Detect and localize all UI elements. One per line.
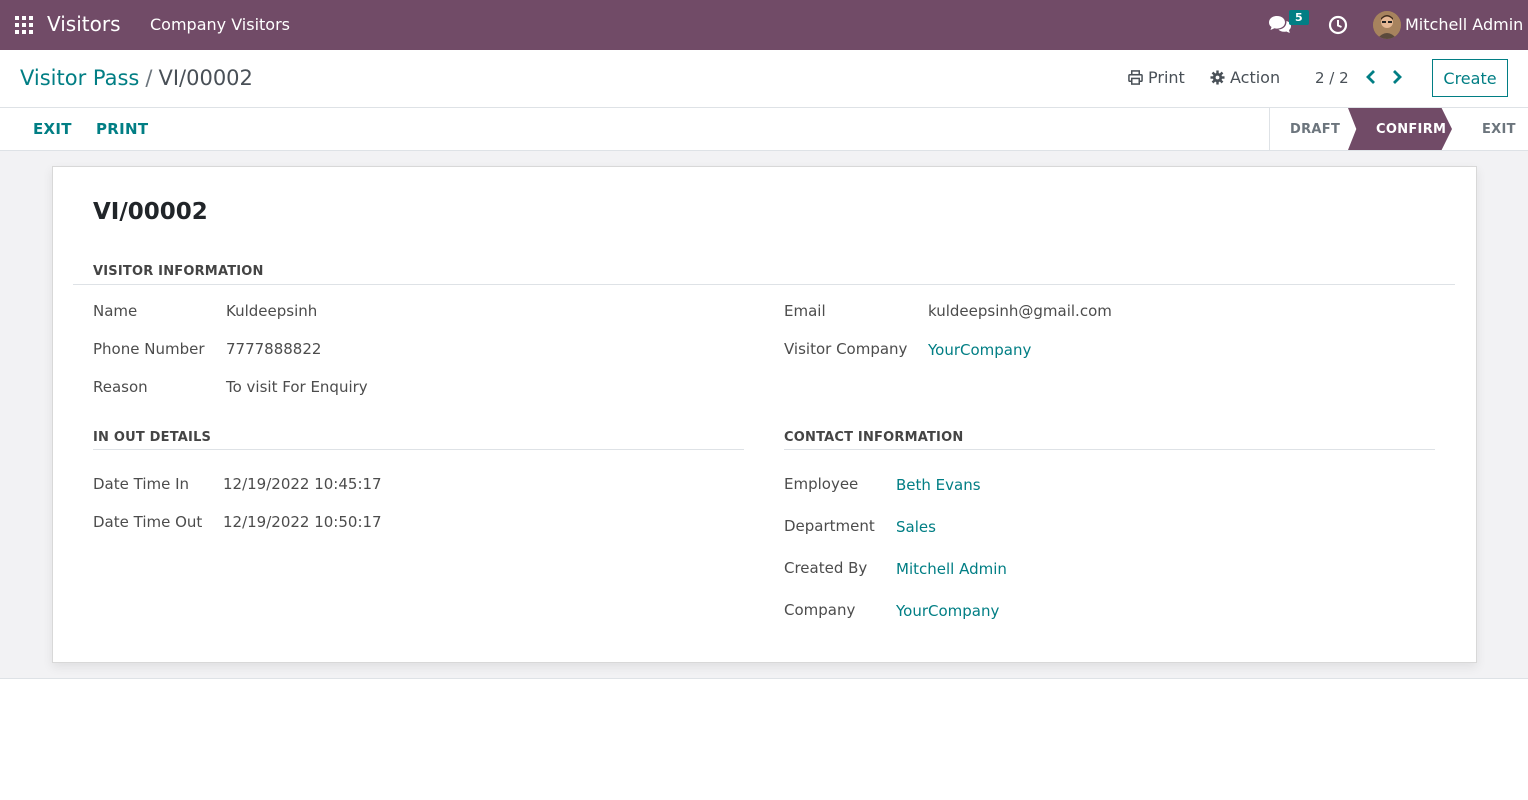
stage-pipeline: DRAFT CONFIRM EXIT [1269, 108, 1528, 150]
print-button[interactable]: PRINT [96, 120, 148, 138]
section-divider [93, 449, 744, 450]
reason-label: Reason [93, 378, 148, 396]
name-value: Kuldeepsinh [226, 302, 318, 320]
stage-confirm[interactable]: CONFIRM [1348, 108, 1452, 150]
user-name[interactable]: Mitchell Admin [1405, 15, 1523, 34]
apps-grid-icon[interactable] [15, 16, 33, 34]
employee-label: Employee [784, 475, 859, 493]
action-label: Action [1230, 68, 1281, 87]
clock-icon[interactable] [1328, 15, 1348, 35]
visitor-company-label: Visitor Company [784, 340, 908, 358]
top-navbar: Visitors Company Visitors 5 Mitchell Adm… [0, 0, 1528, 50]
company-label: Company [784, 601, 856, 619]
email-label: Email [784, 302, 826, 320]
department-label: Department [784, 517, 875, 535]
stage-draft[interactable]: DRAFT [1270, 108, 1348, 150]
exit-button[interactable]: EXIT [33, 120, 72, 138]
section-visitor-information: VISITOR INFORMATION [93, 264, 264, 279]
record-title: VI/00002 [93, 199, 208, 225]
form-sheet: VI/00002 VISITOR INFORMATION Name Kuldee… [52, 166, 1477, 663]
phone-label: Phone Number [93, 340, 205, 358]
action-dropdown-button[interactable]: Action [1210, 68, 1280, 87]
control-panel: Visitor Pass / VI/00002 Print Action 2 / 2… [0, 50, 1528, 108]
date-time-in-value: 12/19/2022 10:45:17 [223, 475, 382, 493]
print-dropdown-button[interactable]: Print [1128, 68, 1185, 87]
company-link[interactable]: YourCompany [896, 602, 999, 620]
stage-exit[interactable]: EXIT [1452, 108, 1528, 150]
chat-count-badge: 5 [1289, 10, 1309, 25]
breadcrumb-separator: / [145, 66, 153, 90]
create-button[interactable]: Create [1432, 59, 1508, 97]
date-time-out-label: Date Time Out [93, 513, 203, 531]
gear-icon [1210, 70, 1225, 85]
phone-value: 7777888822 [226, 340, 322, 358]
employee-link[interactable]: Beth Evans [896, 476, 981, 494]
department-link[interactable]: Sales [896, 518, 936, 536]
email-value: kuldeepsinh@gmail.com [928, 302, 1112, 320]
breadcrumb: Visitor Pass / VI/00002 [20, 66, 253, 90]
menu-item-company-visitors[interactable]: Company Visitors [150, 15, 290, 34]
user-avatar[interactable] [1373, 11, 1401, 39]
created-by-link[interactable]: Mitchell Admin [896, 560, 1007, 578]
date-time-out-value: 12/19/2022 10:50:17 [223, 513, 382, 531]
reason-value: To visit For Enquiry [226, 378, 368, 396]
breadcrumb-current: VI/00002 [158, 66, 253, 90]
chevron-left-icon[interactable] [1364, 69, 1378, 85]
section-divider [73, 284, 1455, 285]
section-in-out-details: IN OUT DETAILS [93, 430, 212, 445]
status-bar: EXIT PRINT DRAFT CONFIRM EXIT [0, 108, 1528, 151]
printer-icon [1128, 70, 1143, 85]
chevron-right-icon[interactable] [1390, 69, 1404, 85]
app-name[interactable]: Visitors [47, 12, 121, 36]
breadcrumb-visitor-pass[interactable]: Visitor Pass [20, 66, 139, 90]
date-time-in-label: Date Time In [93, 475, 190, 493]
section-divider [784, 449, 1435, 450]
print-label: Print [1148, 68, 1185, 87]
pager-value[interactable]: 2 / 2 [1315, 69, 1349, 87]
section-contact-information: CONTACT INFORMATION [784, 430, 964, 445]
created-by-label: Created By [784, 559, 868, 577]
visitor-company-link[interactable]: YourCompany [928, 341, 1031, 359]
name-label: Name [93, 302, 138, 320]
